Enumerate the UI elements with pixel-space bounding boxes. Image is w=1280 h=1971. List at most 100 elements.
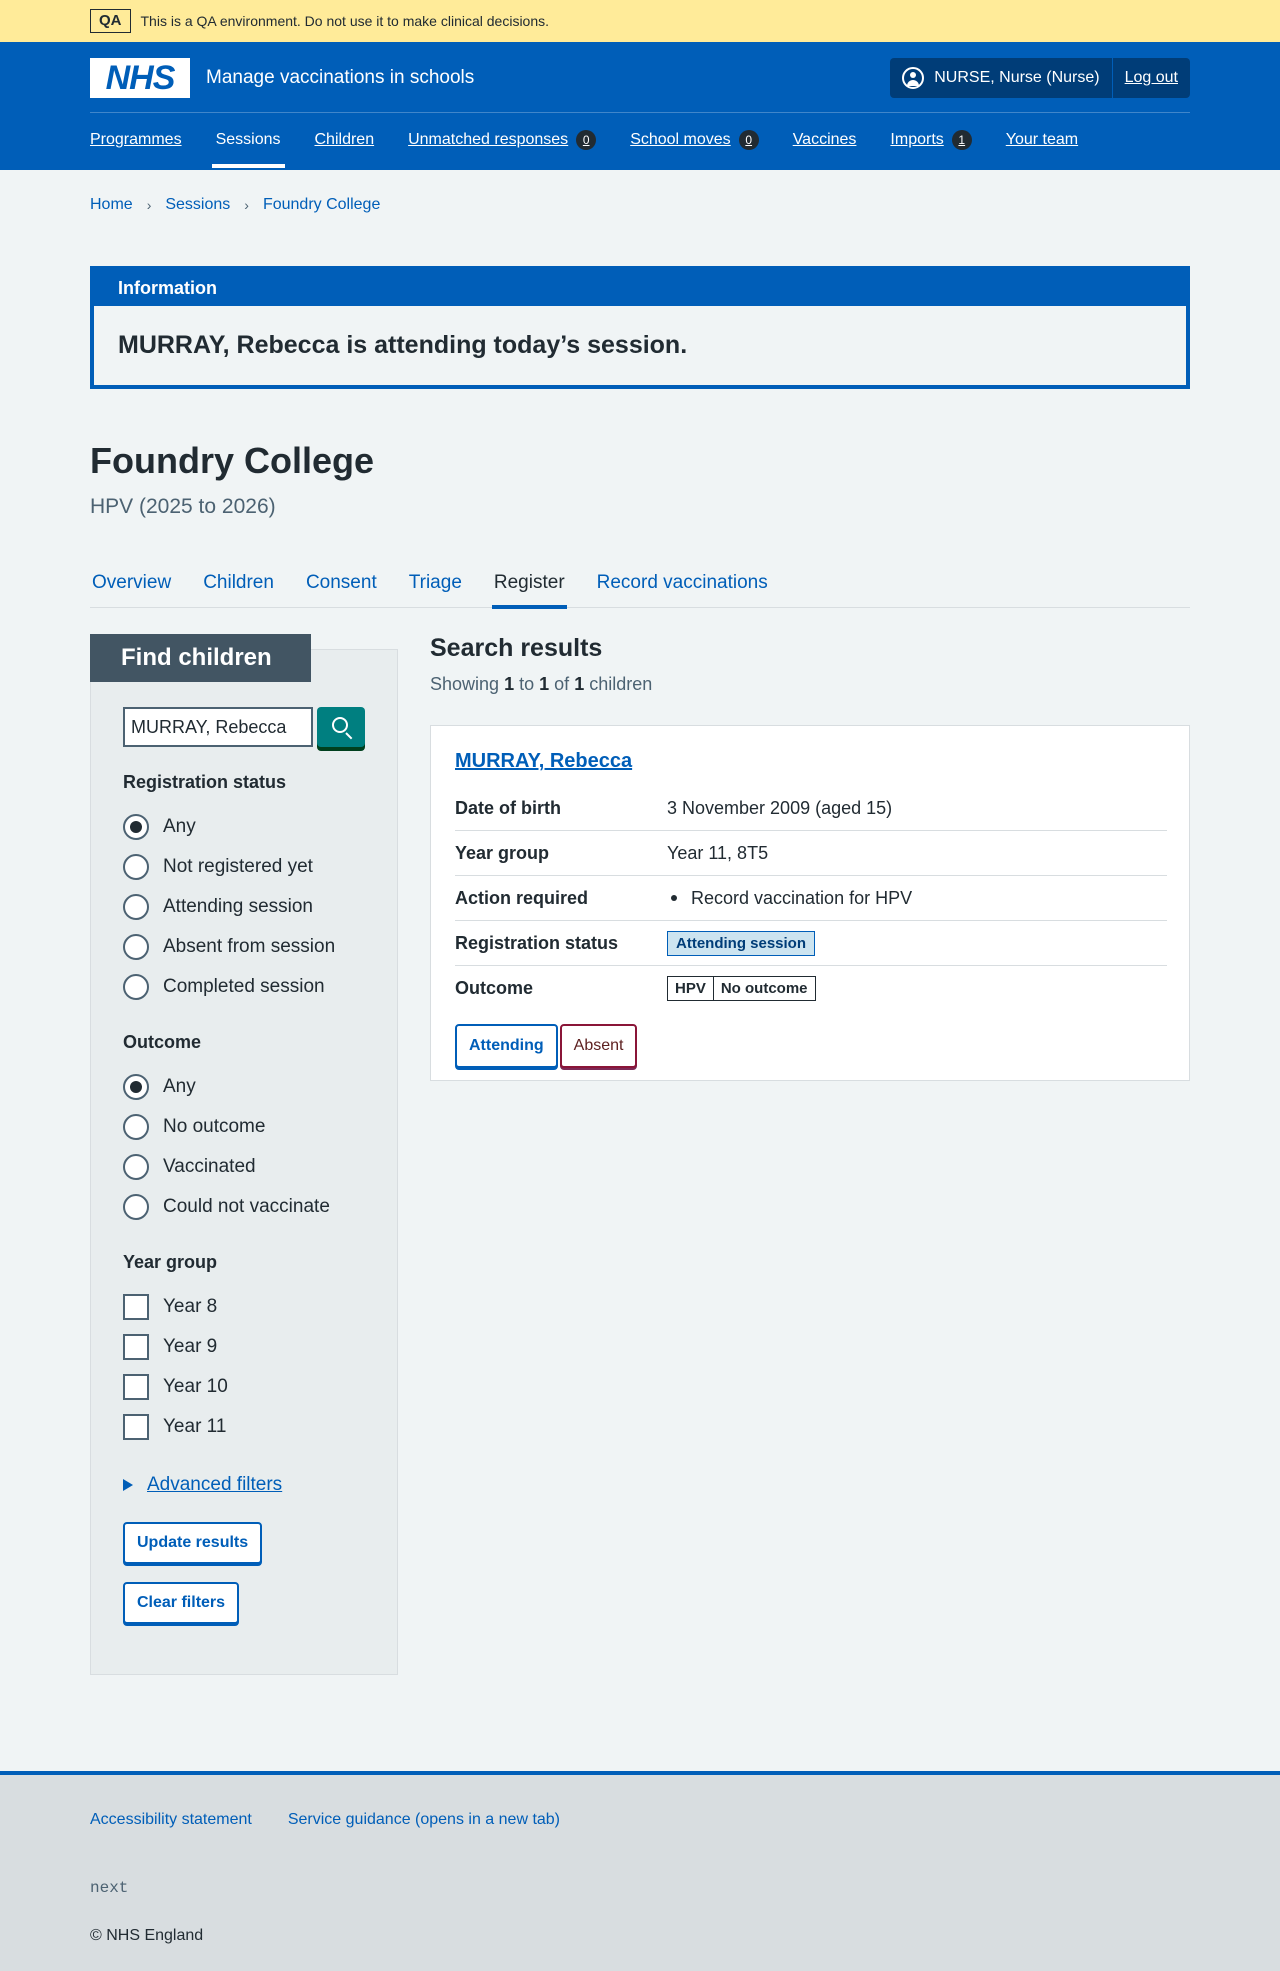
- search-button[interactable]: [317, 707, 365, 747]
- app-version: next: [90, 1879, 129, 1897]
- account-user: NURSE, Nurse (Nurse): [890, 58, 1113, 98]
- year-group-legend: Year group: [123, 1252, 218, 1272]
- checkbox[interactable]: [123, 1334, 149, 1360]
- radio-button[interactable]: [123, 974, 149, 1000]
- nhs-logo[interactable]: NHS: [90, 58, 190, 98]
- patient-card: MURRAY, Rebecca Date of birth 3 November…: [430, 725, 1190, 1081]
- session-tabs: Overview Children Consent Triage Registe…: [90, 558, 1190, 609]
- search-icon: [332, 717, 348, 733]
- radio-button[interactable]: [123, 894, 149, 920]
- account-user-name: NURSE, Nurse (Nurse): [934, 69, 1100, 86]
- filter-heading: Find children: [90, 634, 311, 682]
- nav-unmatched-responses[interactable]: Unmatched responses 0: [408, 112, 597, 168]
- radio-button[interactable]: [123, 854, 149, 880]
- radio-option[interactable]: No outcome: [123, 1107, 330, 1147]
- outcome-fieldset: Outcome Any No outcome Vaccinated Could …: [123, 1032, 330, 1227]
- tab-children[interactable]: Children: [201, 558, 276, 608]
- checkbox-option[interactable]: Year 10: [123, 1367, 228, 1407]
- summary-row-outcome: Outcome HPV No outcome: [455, 966, 1167, 1011]
- tab-overview[interactable]: Overview: [90, 558, 173, 608]
- page-title: Foundry College: [90, 440, 375, 481]
- breadcrumb: Home › Sessions › Foundry College: [90, 196, 380, 214]
- patient-summary-list: Date of birth 3 November 2009 (aged 15) …: [455, 786, 1167, 1011]
- information-banner-message: MURRAY, Rebecca is attending today’s ses…: [118, 331, 688, 359]
- service-guidance-link[interactable]: Service guidance (opens in a new tab): [288, 1811, 560, 1829]
- summary-row-year-group: Year group Year 11, 8T5: [455, 831, 1167, 876]
- radio-option[interactable]: Completed session: [123, 967, 335, 1007]
- radio-option[interactable]: Attending session: [123, 887, 335, 927]
- checkbox[interactable]: [123, 1294, 149, 1320]
- radio-option[interactable]: Vaccinated: [123, 1147, 330, 1187]
- radio-button[interactable]: [123, 1194, 149, 1220]
- registration-status-fieldset: Registration status Any Not registered y…: [123, 772, 335, 1007]
- copyright: © NHS England: [90, 1927, 204, 1944]
- checkbox-option[interactable]: Year 8: [123, 1287, 228, 1327]
- site-footer: Accessibility statement Service guidance…: [0, 1771, 1280, 1971]
- nav-children[interactable]: Children: [315, 112, 375, 168]
- outcome-badge: HPV No outcome: [667, 976, 816, 1001]
- registration-status-legend: Registration status: [123, 772, 287, 792]
- qa-message: This is a QA environment. Do not use it …: [140, 13, 550, 29]
- summary-row-dob: Date of birth 3 November 2009 (aged 15): [455, 786, 1167, 831]
- school-moves-count-badge: 0: [738, 130, 759, 150]
- tab-triage[interactable]: Triage: [407, 558, 464, 608]
- site-header: NHS Manage vaccinations in schools NURSE…: [0, 42, 1280, 170]
- radio-button[interactable]: [123, 1114, 149, 1140]
- checkbox-option[interactable]: Year 11: [123, 1407, 228, 1447]
- summary-row-action-required: Action required Record vaccination for H…: [455, 876, 1167, 921]
- page-caption: HPV (2025 to 2026): [90, 495, 276, 518]
- nav-sessions[interactable]: Sessions: [211, 112, 285, 168]
- radio-option[interactable]: Absent from session: [123, 927, 335, 967]
- chevron-right-icon: ›: [244, 197, 249, 213]
- checkbox[interactable]: [123, 1414, 149, 1440]
- results-count: Showing 1 to 1 of 1 children: [430, 674, 653, 694]
- radio-button[interactable]: [123, 814, 149, 840]
- nav-programmes[interactable]: Programmes: [90, 112, 182, 168]
- nav-imports[interactable]: Imports 1: [890, 112, 972, 168]
- information-banner-title: Information: [94, 270, 1186, 306]
- nav-school-moves[interactable]: School moves 0: [630, 112, 759, 168]
- imports-count-badge: 1: [951, 130, 972, 150]
- checkbox[interactable]: [123, 1374, 149, 1400]
- breadcrumb-sessions[interactable]: Sessions: [165, 196, 230, 214]
- summary-row-registration-status: Registration status Attending session: [455, 921, 1167, 966]
- chevron-right-icon: ›: [146, 197, 152, 213]
- footer-links: Accessibility statement Service guidance…: [90, 1811, 596, 1829]
- information-banner: Information MURRAY, Rebecca is attending…: [90, 266, 1190, 389]
- radio-option[interactable]: Could not vaccinate: [123, 1187, 330, 1227]
- service-name[interactable]: Manage vaccinations in schools: [206, 67, 474, 89]
- advanced-filters-toggle[interactable]: Advanced filters: [123, 1474, 282, 1496]
- absent-button[interactable]: Absent: [559, 1024, 638, 1068]
- breadcrumb-home[interactable]: Home: [90, 196, 133, 214]
- radio-button[interactable]: [123, 1074, 149, 1100]
- nav-vaccines[interactable]: Vaccines: [793, 112, 857, 168]
- accessibility-statement-link[interactable]: Accessibility statement: [90, 1811, 252, 1829]
- tab-record-vaccinations[interactable]: Record vaccinations: [595, 558, 770, 608]
- advanced-filters-link[interactable]: Advanced filters: [147, 1474, 282, 1496]
- update-results-button[interactable]: Update results: [123, 1522, 263, 1564]
- patient-name-link[interactable]: MURRAY, Rebecca: [455, 750, 632, 773]
- attending-button[interactable]: Attending: [455, 1024, 558, 1068]
- tab-consent[interactable]: Consent: [304, 558, 379, 608]
- radio-button[interactable]: [123, 1154, 149, 1180]
- account-menu: NURSE, Nurse (Nurse) Log out: [890, 58, 1190, 98]
- radio-button[interactable]: [123, 934, 149, 960]
- status-badge: Attending session: [667, 930, 816, 956]
- tab-register[interactable]: Register: [491, 558, 567, 609]
- radio-option[interactable]: Any: [123, 807, 335, 847]
- checkbox-option[interactable]: Year 9: [123, 1327, 228, 1367]
- logout-link[interactable]: Log out: [1113, 58, 1190, 98]
- radio-option[interactable]: Any: [123, 1067, 330, 1107]
- unmatched-count-badge: 0: [576, 130, 597, 150]
- primary-navigation: Programmes Sessions Children Unmatched r…: [0, 112, 1280, 168]
- bullet-icon: [671, 895, 677, 901]
- search-input[interactable]: [123, 707, 313, 747]
- qa-environment-banner: QA This is a QA environment. Do not use …: [0, 0, 1280, 42]
- search-row: [123, 707, 365, 747]
- breadcrumb-foundry-college[interactable]: Foundry College: [263, 196, 380, 214]
- clear-filters-button[interactable]: Clear filters: [123, 1582, 240, 1624]
- nav-your-team[interactable]: Your team: [1006, 112, 1078, 168]
- radio-option[interactable]: Not registered yet: [123, 847, 335, 887]
- triangle-right-icon: [123, 1479, 133, 1491]
- qa-tag: QA: [90, 9, 131, 33]
